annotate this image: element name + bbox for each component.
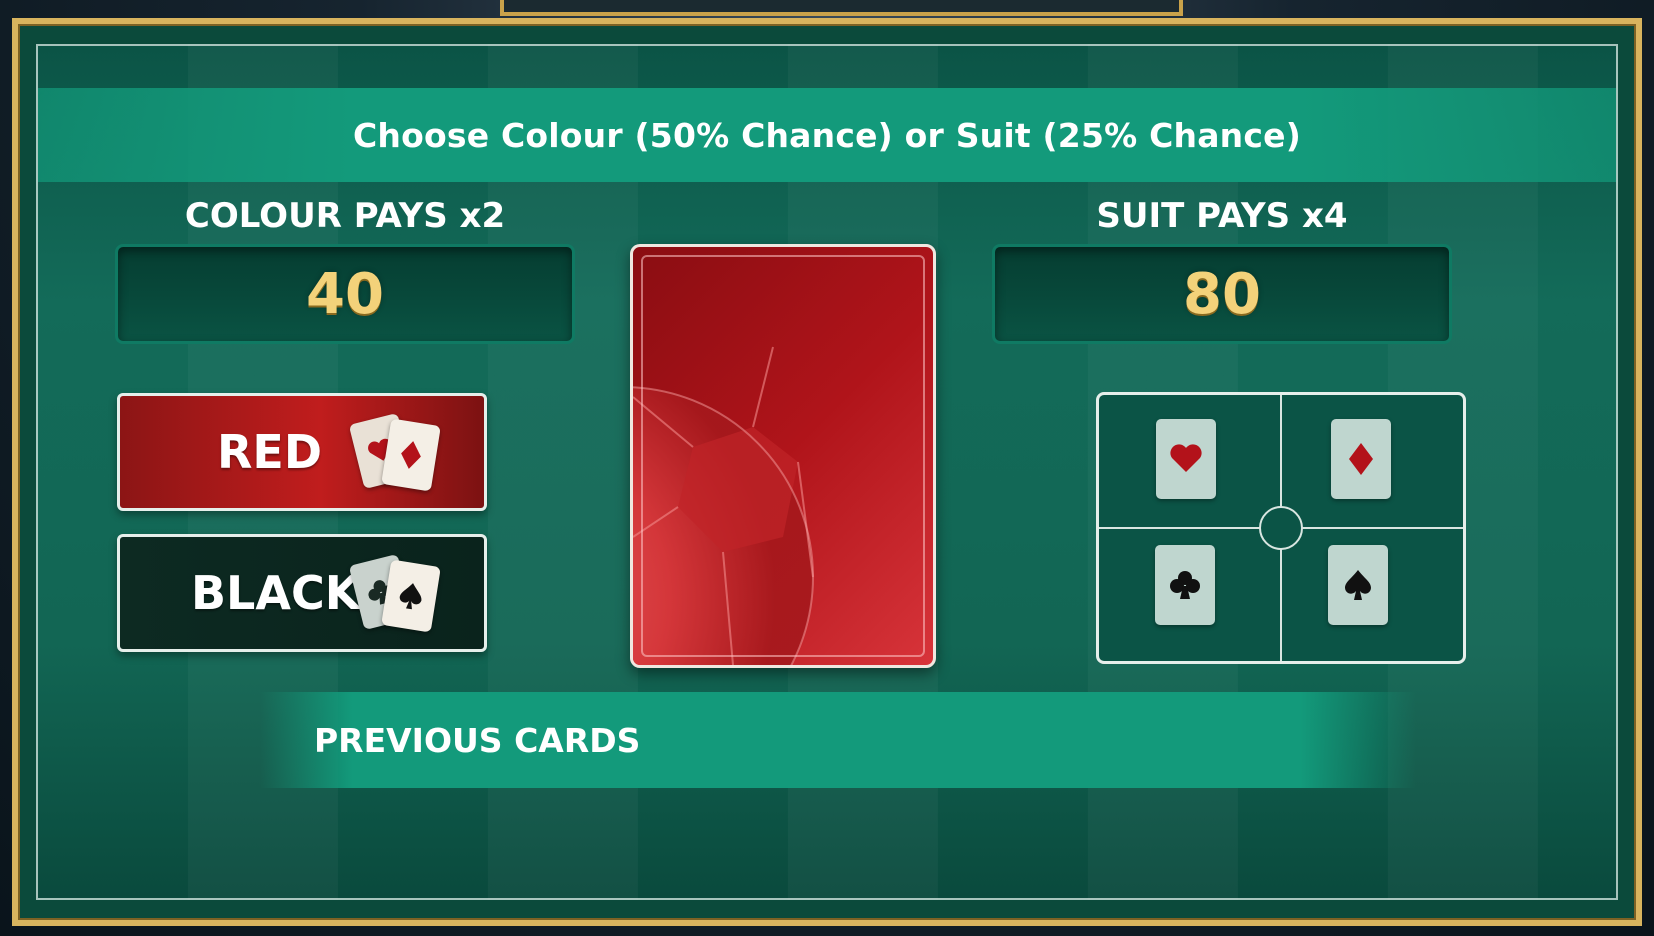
club-icon: [1170, 571, 1200, 599]
instruction-banner: Choose Colour (50% Chance) or Suit (25% …: [38, 88, 1616, 182]
colour-pays-box: 40: [115, 244, 575, 344]
red-button[interactable]: RED: [117, 393, 487, 511]
spade-icon: [1345, 570, 1371, 600]
heart-icon: [1170, 444, 1202, 472]
previous-cards-label: PREVIOUS CARDS: [314, 720, 641, 760]
instruction-text: Choose Colour (50% Chance) or Suit (25% …: [353, 115, 1301, 155]
red-button-label: RED: [217, 425, 323, 479]
spade-mini-card-icon: [381, 559, 441, 633]
gamble-panel: Choose Colour (50% Chance) or Suit (25% …: [36, 44, 1618, 900]
black-button[interactable]: BLACK: [117, 534, 487, 652]
colour-pays-label: COLOUR PAYS x2: [184, 196, 506, 236]
spade-suit-button[interactable]: [1328, 545, 1388, 625]
diamond-icon: [1349, 443, 1373, 475]
diamond-mini-card-icon: [381, 418, 441, 492]
grid-center-ring: [1259, 506, 1303, 550]
heart-suit-button[interactable]: [1156, 419, 1216, 499]
suit-pays-label: SUIT PAYS x4: [1096, 196, 1348, 236]
suit-pays-value: 80: [1183, 261, 1261, 327]
colour-pays-value: 40: [306, 261, 384, 327]
diamond-suit-button[interactable]: [1331, 419, 1391, 499]
top-title-plate: [500, 0, 1183, 16]
card-back-border: [641, 255, 925, 657]
suit-selector-grid: [1096, 392, 1466, 664]
face-down-card: [630, 244, 936, 668]
black-button-label: BLACK: [191, 566, 361, 620]
gamble-frame: Choose Colour (50% Chance) or Suit (25% …: [12, 18, 1642, 926]
suit-pays-box: 80: [992, 244, 1452, 344]
club-suit-button[interactable]: [1155, 545, 1215, 625]
previous-cards-bar: PREVIOUS CARDS: [260, 692, 1416, 788]
